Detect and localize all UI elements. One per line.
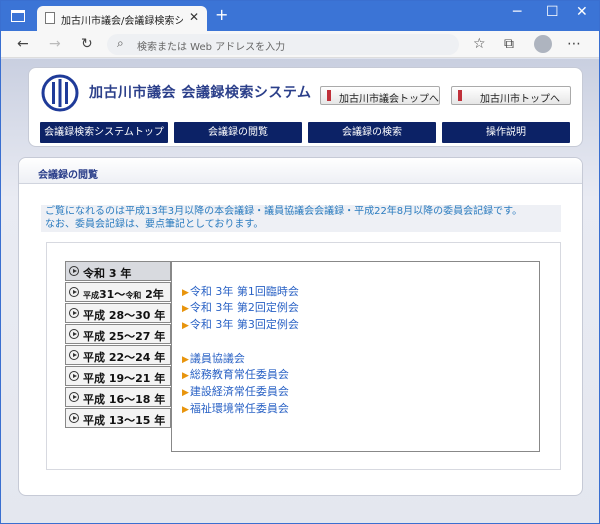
year-label: 平成 28～30 年 <box>83 309 166 322</box>
year-label: 平成 19～21 年 <box>83 372 166 385</box>
page-body: 加古川市議会 会議録検索システム 加古川市議会トップへ 加古川市トップへ 会議録… <box>1 59 599 523</box>
section-title: 会議録の閲覧 <box>38 170 98 181</box>
maximize-icon[interactable]: ☐ <box>546 4 559 20</box>
play-circle-icon <box>69 308 79 318</box>
browse-section: 会議録の閲覧 ご覧になれるのは平成13年3月以降の本会議録・議員協議会会議録・平… <box>18 157 583 496</box>
play-circle-icon <box>69 329 79 339</box>
nav-system-top[interactable]: 会議録検索システムトップ <box>40 122 168 143</box>
play-circle-icon <box>69 392 79 402</box>
city-top-link[interactable]: 加古川市トップへ <box>451 86 571 105</box>
year-item-h31-r2[interactable]: 平成31～令和 2年 <box>65 282 171 302</box>
year-item-r3[interactable]: 令和 3 年 <box>65 261 171 281</box>
arrow-right-icon: ▶ <box>182 288 189 298</box>
play-circle-icon <box>69 266 79 276</box>
new-tab-icon[interactable]: + <box>215 5 228 24</box>
notice-box: ご覧になれるのは平成13年3月以降の本会議録・議員協議会会議録・平成22年8月以… <box>41 205 561 232</box>
site-header: 加古川市議会 会議録検索システム 加古川市議会トップへ 加古川市トップへ 会議録… <box>28 67 583 147</box>
tab-title: 加古川市議会/会議録検索システム <box>61 16 183 27</box>
arrow-right-icon: ▶ <box>182 388 189 398</box>
more-options-icon[interactable]: ⋯ <box>567 36 581 52</box>
meeting-link[interactable]: ▶議員協議会 <box>182 350 245 366</box>
play-circle-icon <box>69 350 79 360</box>
back-icon[interactable]: ← <box>17 36 29 52</box>
year-label: 平成31～令和 2年 <box>83 288 164 301</box>
meeting-link[interactable]: ▶令和 3年 第1回臨時会 <box>182 283 299 299</box>
link-marker-icon <box>458 90 462 101</box>
year-list: 令和 3 年 平成31～令和 2年 平成 28～30 年 平成 25～27 年 <box>65 261 171 429</box>
browser-tab[interactable]: 加古川市議会/会議録検索システム ✕ <box>37 6 207 31</box>
year-item-h13-15[interactable]: 平成 13～15 年 <box>65 408 171 428</box>
year-item-h19-21[interactable]: 平成 19～21 年 <box>65 366 171 386</box>
meeting-link[interactable]: ▶総務教育常任委員会 <box>182 366 289 382</box>
address-input[interactable]: 検索または Web アドレスを入力 <box>137 38 285 53</box>
year-label: 令和 3 年 <box>83 267 132 280</box>
arrow-right-icon: ▶ <box>182 304 189 314</box>
year-item-h25-27[interactable]: 平成 25～27 年 <box>65 324 171 344</box>
address-bar[interactable]: ⌕ 検索または Web アドレスを入力 <box>107 34 459 55</box>
site-title: 加古川市議会 会議録検索システム <box>89 85 312 101</box>
meeting-link[interactable]: ▶令和 3年 第2回定例会 <box>182 299 299 315</box>
nav-browse[interactable]: 会議録の閲覧 <box>174 122 302 143</box>
notice-line-2: なお、委員会記録は、要点筆記としております。 <box>45 219 264 230</box>
notice-line-1: ご覧になれるのは平成13年3月以降の本会議録・議員協議会会議録・平成22年8月以… <box>45 206 523 217</box>
year-item-h22-24[interactable]: 平成 22～24 年 <box>65 345 171 365</box>
profile-avatar[interactable] <box>534 35 552 53</box>
assembly-top-link[interactable]: 加古川市議会トップへ <box>320 86 440 105</box>
meeting-list: ▶令和 3年 第1回臨時会 ▶令和 3年 第2回定例会 ▶令和 3年 第3回定例… <box>171 261 540 452</box>
browser-window: 加古川市議会/会議録検索システム ✕ + ─ ☐ ✕ ← → ↻ ⌕ 検索または… <box>1 1 599 523</box>
browser-toolbar: ← → ↻ ⌕ 検索または Web アドレスを入力 ☆ ⧉ ⋯ <box>1 31 599 58</box>
year-item-h16-18[interactable]: 平成 16～18 年 <box>65 387 171 407</box>
favorites-icon[interactable]: ☆ <box>473 36 486 52</box>
meeting-link[interactable]: ▶建設経済常任委員会 <box>182 383 289 399</box>
link-marker-icon <box>327 90 331 101</box>
year-label: 平成 13～15 年 <box>83 414 166 427</box>
year-label: 平成 25～27 年 <box>83 330 166 343</box>
refresh-icon[interactable]: ↻ <box>81 36 93 52</box>
tab-strip: 加古川市議会/会議録検索システム ✕ + ─ ☐ ✕ <box>1 1 599 31</box>
arrow-right-icon: ▶ <box>182 371 189 381</box>
year-item-h28-30[interactable]: 平成 28～30 年 <box>65 303 171 323</box>
year-label: 平成 16～18 年 <box>83 393 166 406</box>
browse-panel: 令和 3 年 平成31～令和 2年 平成 28～30 年 平成 25～27 年 <box>46 242 561 470</box>
play-circle-icon <box>69 413 79 423</box>
play-circle-icon <box>69 371 79 381</box>
arrow-right-icon: ▶ <box>182 405 189 415</box>
city-top-link-label: 加古川市トップへ <box>480 94 560 105</box>
arrow-right-icon: ▶ <box>182 321 189 331</box>
section-header: 会議録の閲覧 <box>19 158 582 184</box>
year-label: 平成 22～24 年 <box>83 351 166 364</box>
city-logo-icon <box>41 74 79 112</box>
page-favicon-icon <box>45 12 55 24</box>
nav-search[interactable]: 会議録の検索 <box>308 122 436 143</box>
minimize-icon[interactable]: ─ <box>513 4 521 20</box>
forward-icon[interactable]: → <box>49 36 61 52</box>
meeting-link[interactable]: ▶令和 3年 第3回定例会 <box>182 316 299 332</box>
nav-help[interactable]: 操作説明 <box>442 122 570 143</box>
collections-icon[interactable]: ⧉ <box>504 36 514 52</box>
arrow-right-icon: ▶ <box>182 355 189 365</box>
window-menu-icon[interactable] <box>11 10 25 22</box>
play-circle-icon <box>69 287 79 297</box>
meeting-link[interactable]: ▶福祉環境常任委員会 <box>182 400 289 416</box>
close-tab-icon[interactable]: ✕ <box>189 10 199 24</box>
assembly-top-link-label: 加古川市議会トップへ <box>339 94 439 105</box>
close-window-icon[interactable]: ✕ <box>576 4 588 20</box>
search-icon: ⌕ <box>117 36 124 50</box>
